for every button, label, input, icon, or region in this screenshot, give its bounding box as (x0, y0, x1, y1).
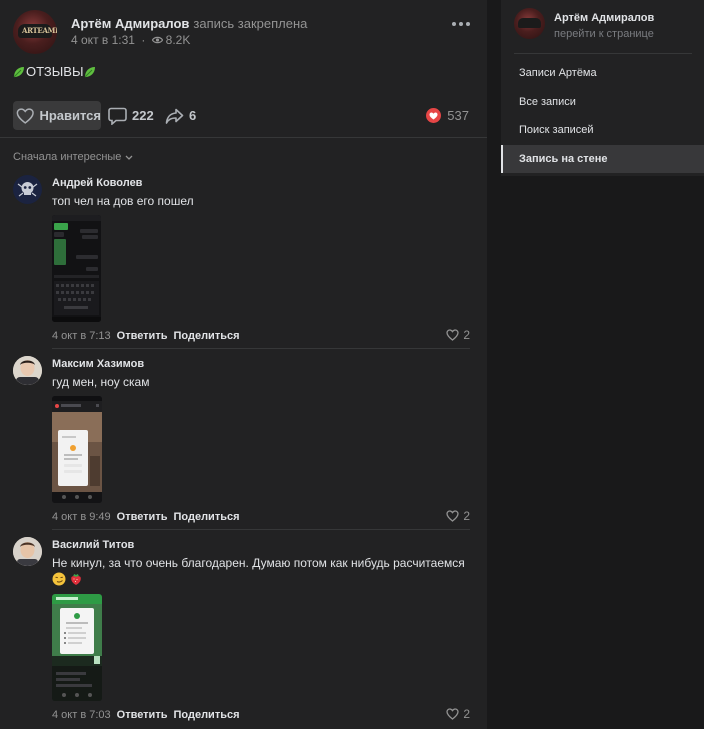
commenter-avatar[interactable] (13, 537, 42, 566)
heart-icon (446, 329, 459, 341)
heart-icon (446, 510, 459, 522)
comment-date[interactable]: 4 окт в 7:13 (52, 330, 111, 342)
commenter-avatar[interactable] (13, 356, 42, 385)
leaf-emoji-icon (13, 66, 24, 77)
heart-icon (16, 107, 34, 124)
comment-photo[interactable] (52, 215, 101, 322)
commenter-name[interactable]: Максим Хазимов (52, 358, 144, 370)
shares-count: 6 (189, 108, 197, 123)
sidebar: Артём Адмиралов перейти к странице Запис… (501, 0, 704, 176)
sidebar-item-label: Запись на стене (519, 153, 608, 165)
comment-footer: 4 окт в 7:03 Ответить Поделиться (52, 709, 240, 721)
comment-footer: 4 окт в 7:13 Ответить Поделиться (52, 330, 240, 342)
sidebar-item-label: Записи Артёма (519, 67, 597, 79)
comment-photo[interactable] (52, 594, 102, 701)
reactions-count: 537 (447, 108, 469, 123)
sidebar-item-label: Все записи (519, 96, 576, 108)
sidebar-item-search-posts[interactable]: Поиск записей (501, 116, 704, 144)
post-date[interactable]: 4 окт в 1:31 (71, 33, 135, 47)
comment-date[interactable]: 4 окт в 7:03 (52, 709, 111, 721)
page: ARTEAMRAN Артём Адмиралов запись закрепле… (0, 0, 704, 729)
comment-text: Не кинул, за что очень благодарен. Думаю… (52, 556, 465, 570)
share-comment-button[interactable]: Поделиться (173, 330, 239, 342)
leaf-emoji-icon (85, 66, 96, 77)
pinned-label: запись закреплена (193, 16, 308, 31)
divider (52, 348, 470, 349)
divider (52, 529, 470, 530)
divider (0, 137, 487, 138)
post-panel: ARTEAMRAN Артём Адмиралов запись закрепле… (0, 0, 487, 729)
sidebar-item-all-posts[interactable]: Все записи (501, 88, 704, 116)
reactions-summary[interactable]: 537 (426, 101, 469, 130)
views-counter: 8.2K (151, 33, 191, 47)
post-text-content: ОТЗЫВЫ (26, 64, 84, 79)
share-arrow-icon (165, 108, 184, 124)
share-comment-button[interactable]: Поделиться (173, 511, 239, 523)
comment-emoji (52, 572, 83, 586)
heart-icon (446, 708, 459, 720)
share-button[interactable]: 6 (165, 101, 196, 130)
comment-item: Василий Титов Не кинул, за что очень бла… (13, 537, 470, 727)
comment-text: топ чел на дов его пошел (52, 194, 194, 208)
divider (514, 53, 692, 54)
chevron-down-icon (125, 155, 133, 160)
sidebar-item-artem-posts[interactable]: Записи Артёма (501, 59, 704, 87)
reply-button[interactable]: Ответить (117, 511, 168, 523)
commenter-name[interactable]: Андрей Коволев (52, 177, 142, 189)
reply-button[interactable]: Ответить (117, 330, 168, 342)
views-count: 8.2K (165, 33, 191, 47)
comment-photo[interactable] (52, 396, 102, 503)
commenter-name[interactable]: Василий Титов (52, 539, 134, 551)
post-text: ОТЗЫВЫ (13, 64, 96, 79)
comment-item: Андрей Коволев топ чел на дов его пошел (13, 175, 470, 349)
sidebar-avatar[interactable] (514, 8, 545, 39)
comment-button[interactable]: 222 (108, 101, 154, 130)
share-comment-button[interactable]: Поделиться (173, 709, 239, 721)
sidebar-name[interactable]: Артём Адмиралов (554, 12, 654, 24)
sidebar-item-label: Поиск записей (519, 124, 594, 136)
comment-footer: 4 окт в 9:49 Ответить Поделиться (52, 511, 240, 523)
strawberry-emoji-icon (71, 574, 81, 585)
reply-button[interactable]: Ответить (117, 709, 168, 721)
comment-like-button[interactable]: 2 (446, 509, 470, 523)
more-options-icon[interactable] (449, 16, 473, 32)
comment-date[interactable]: 4 окт в 9:49 (52, 511, 111, 523)
post-actions: Нравится 222 6 537 (13, 101, 473, 130)
comments-count: 222 (132, 108, 154, 123)
post-meta: 4 окт в 1:31 · 8.2K (71, 33, 191, 47)
post-header: ARTEAMRAN Артём Адмиралов запись закрепле… (13, 10, 473, 54)
commenter-avatar[interactable] (13, 175, 42, 204)
heart-reaction-icon (426, 108, 442, 123)
comment-likes-count: 2 (463, 707, 470, 721)
smirk-emoji-icon (52, 572, 66, 586)
eye-icon (151, 36, 163, 44)
comment-icon (108, 107, 127, 125)
like-button[interactable]: Нравится (13, 101, 101, 130)
sort-label: Сначала интересные (13, 151, 122, 163)
comment-text: гуд мен, ноу скам (52, 375, 150, 389)
author-name[interactable]: Артём Адмиралов (71, 16, 189, 31)
author-avatar[interactable]: ARTEAMRAN (13, 10, 57, 54)
comments-sort-dropdown[interactable]: Сначала интересные (13, 151, 133, 163)
comment-likes-count: 2 (463, 509, 470, 523)
comment-likes-count: 2 (463, 328, 470, 342)
comment-like-button[interactable]: 2 (446, 707, 470, 721)
comment-like-button[interactable]: 2 (446, 328, 470, 342)
sidebar-item-wall-post[interactable]: Запись на стене (501, 145, 704, 173)
comment-item: Максим Хазимов гуд мен, ноу скам 4 окт в… (13, 356, 470, 530)
like-label: Нравится (39, 108, 101, 123)
avatar-logo-text: ARTEAMRAN (22, 26, 57, 35)
sidebar-subtitle[interactable]: перейти к странице (554, 28, 654, 40)
